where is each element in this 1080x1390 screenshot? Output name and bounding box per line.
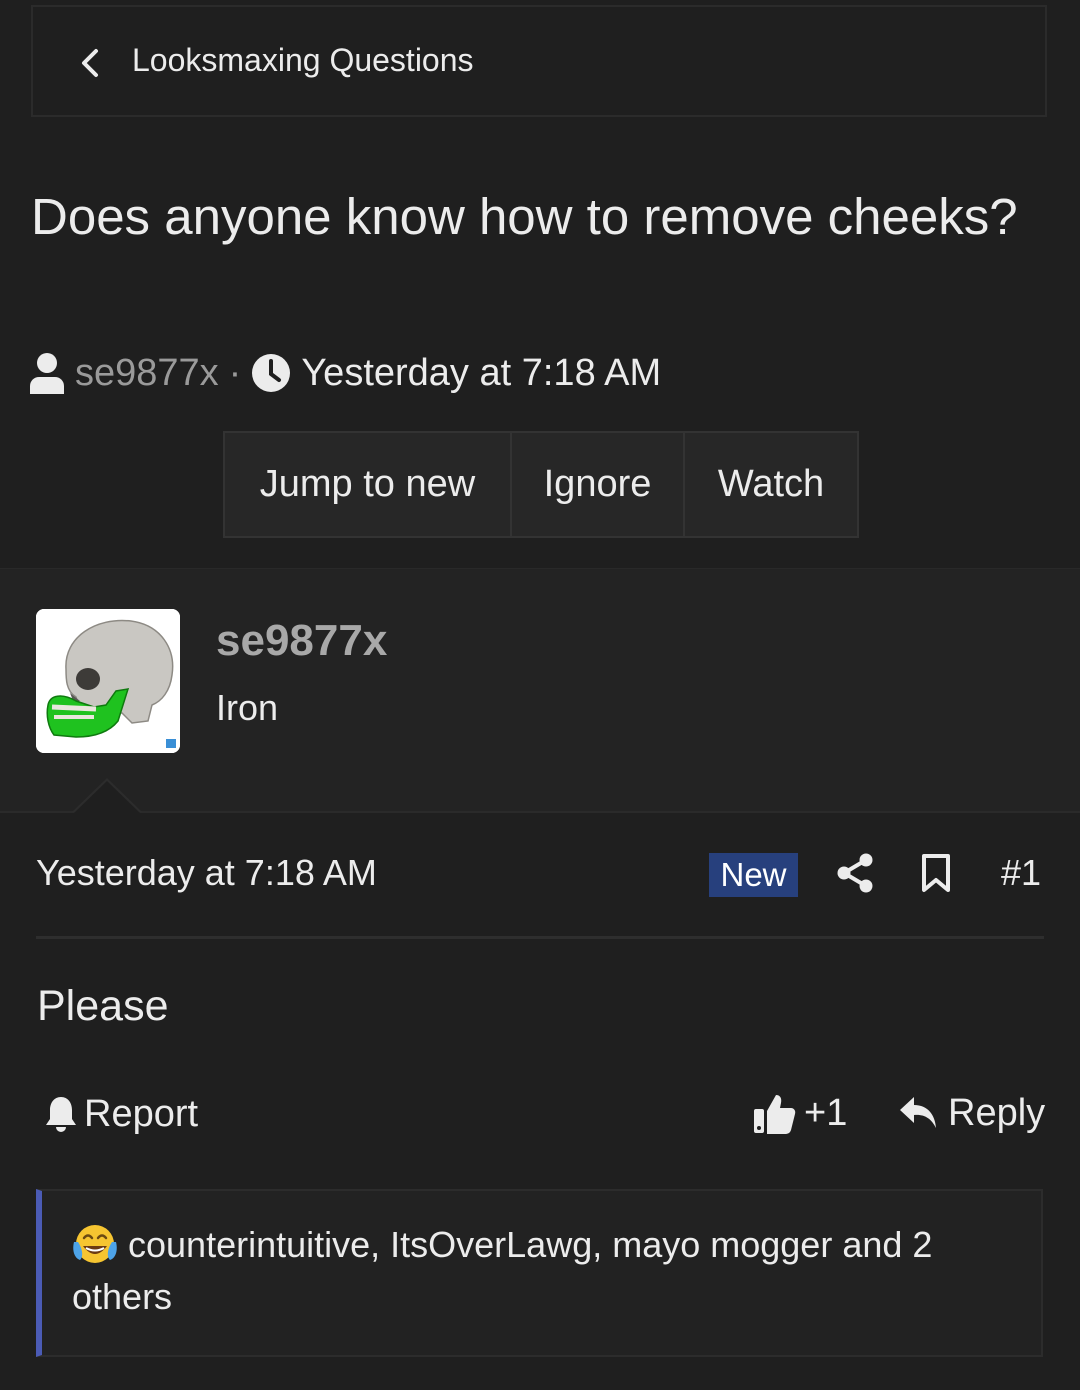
user-icon xyxy=(30,353,64,394)
jump-to-new-button[interactable]: Jump to new xyxy=(225,433,512,536)
post-user-block: se9877x Iron xyxy=(0,568,1080,813)
post-body: Please xyxy=(37,982,169,1030)
thread-title: Does anyone know how to remove cheeks? xyxy=(31,188,1018,245)
thread-time[interactable]: Yesterday at 7:18 AM xyxy=(301,352,661,395)
skull-avatar-image xyxy=(36,609,180,753)
thread-author[interactable]: se9877x xyxy=(75,352,219,395)
breadcrumb-label[interactable]: Looksmaxing Questions xyxy=(132,42,474,79)
breadcrumb[interactable]: Looksmaxing Questions xyxy=(31,5,1047,117)
post-number-link[interactable]: #1 xyxy=(1001,852,1041,894)
reply-label: Reply xyxy=(948,1091,1046,1134)
report-button[interactable]: Report xyxy=(44,1092,198,1136)
post-header-divider xyxy=(36,936,1044,939)
thread-meta: se9877x · Yesterday at 7:18 AM xyxy=(29,348,661,398)
ignore-button[interactable]: Ignore xyxy=(512,433,685,536)
post-date[interactable]: Yesterday at 7:18 AM xyxy=(36,852,377,894)
report-label: Report xyxy=(84,1092,199,1135)
post-username[interactable]: se9877x xyxy=(216,616,387,666)
chevron-left-icon xyxy=(82,49,98,77)
watch-button[interactable]: Watch xyxy=(685,433,857,536)
reactions-text: counterintuitive, ItsOverLawg, mayo mogg… xyxy=(72,1224,933,1317)
clock-icon xyxy=(252,354,291,392)
user-block-divider xyxy=(0,811,1080,813)
reply-button[interactable]: Reply xyxy=(898,1090,1045,1136)
laughing-crying-emoji xyxy=(73,1225,117,1263)
thread-actions: Jump to new Ignore Watch xyxy=(223,431,859,538)
like-count: +1 xyxy=(804,1091,848,1134)
bookmark-icon[interactable] xyxy=(920,853,952,893)
reply-icon xyxy=(900,1097,936,1128)
bell-icon xyxy=(46,1097,76,1132)
user-arrow-pointer-fill xyxy=(74,781,140,813)
reactions-bar[interactable]: counterintuitive, ItsOverLawg, mayo mogg… xyxy=(36,1189,1043,1357)
meta-separator: · xyxy=(228,351,242,394)
share-icon[interactable] xyxy=(836,853,874,893)
new-badge: New xyxy=(709,853,798,897)
like-button[interactable]: +1 xyxy=(752,1090,847,1136)
avatar[interactable] xyxy=(36,609,180,753)
thumbs-up-icon xyxy=(754,1095,796,1134)
user-rank-title: Iron xyxy=(216,687,279,728)
